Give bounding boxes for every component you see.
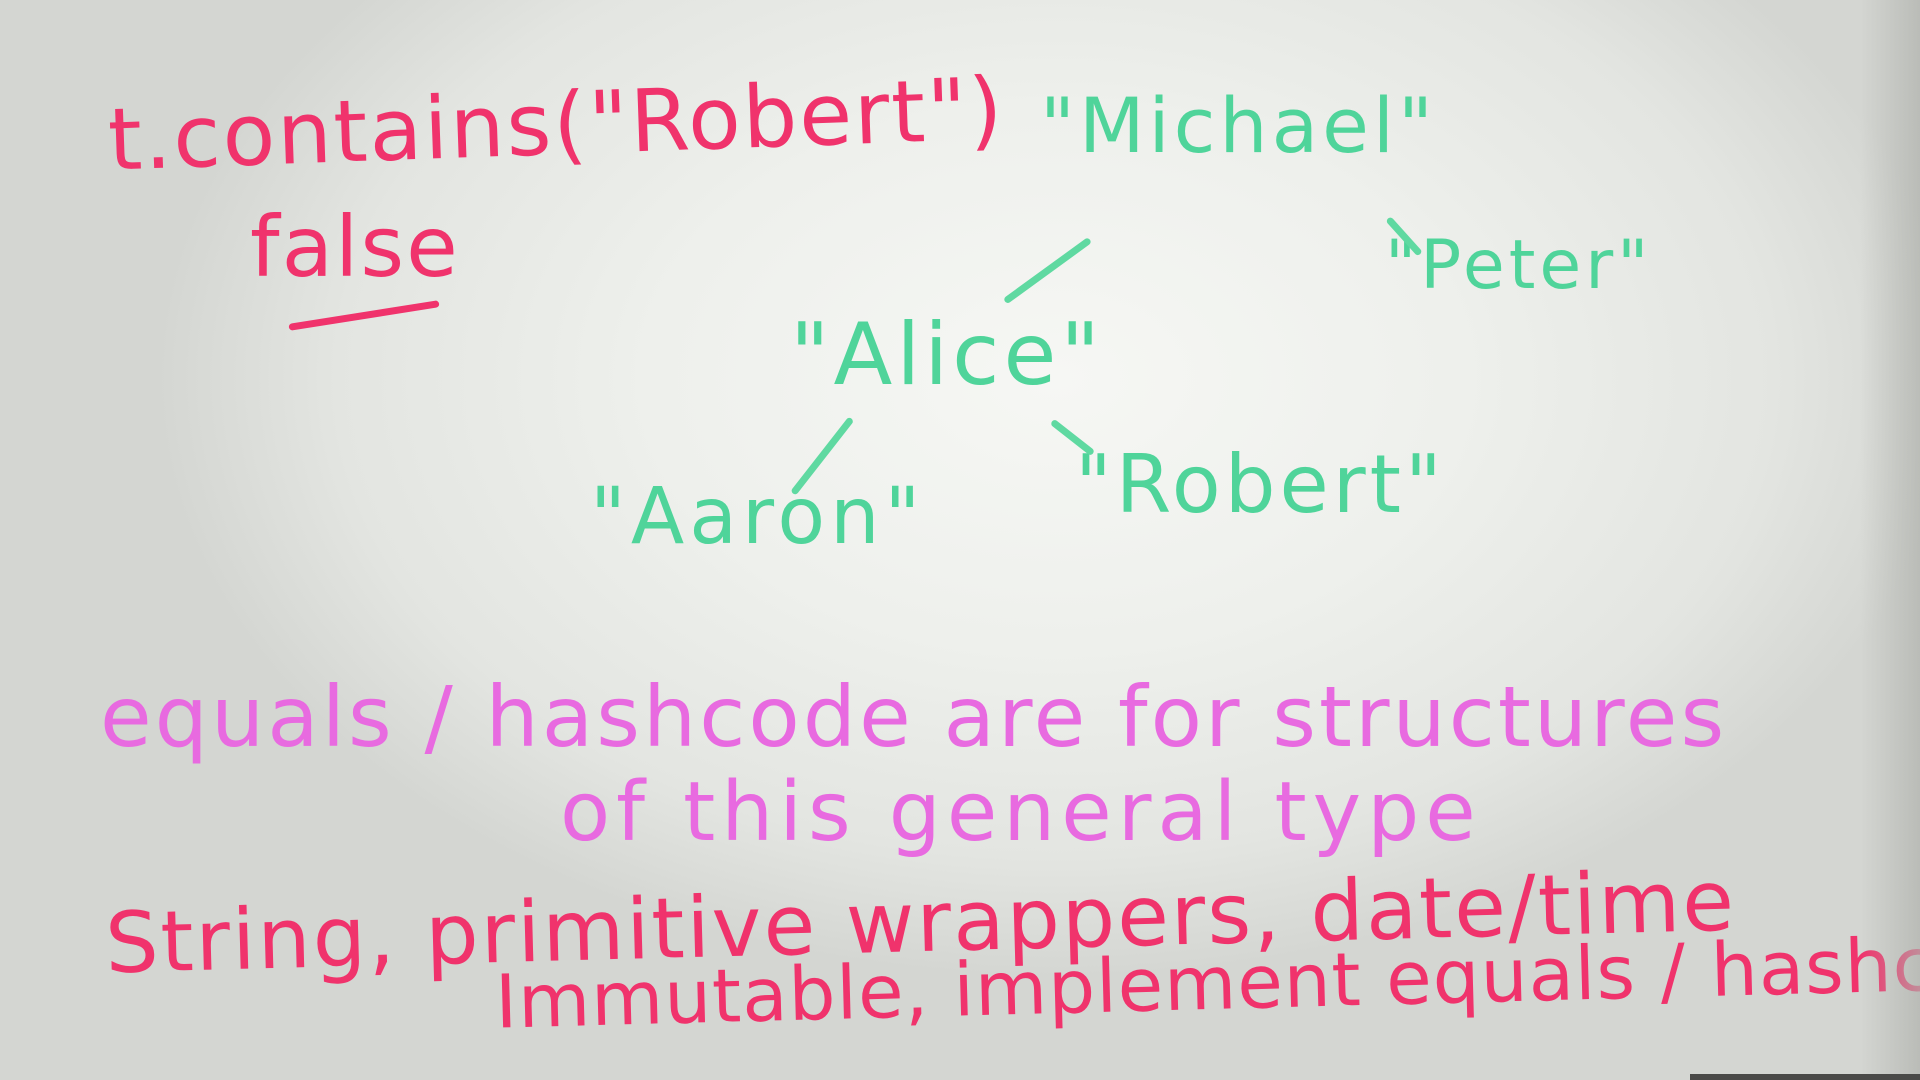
- tree-node-robert: "Robert": [1075, 438, 1446, 531]
- result-underline: [288, 300, 440, 331]
- result-false-text: false: [250, 198, 460, 296]
- tree-node-michael: "Michael": [1040, 81, 1437, 170]
- note-general-type: of this general type: [560, 765, 1482, 860]
- tree-node-peter: "Peter": [1385, 226, 1653, 305]
- contains-call-text: t.contains("Robert"): [106, 59, 1006, 191]
- note-equals-hashcode: equals / hashcode are for structures: [100, 668, 1728, 766]
- board-frame-edge: [1690, 1074, 1920, 1080]
- tree-node-alice: "Alice": [790, 305, 1104, 405]
- tree-edge-michael-alice: [1002, 236, 1093, 305]
- board-edge-shadow: [1860, 0, 1920, 1080]
- tree-node-aaron: "Aaron": [590, 472, 926, 562]
- whiteboard: t.contains("Robert") false "Michael" "Pe…: [0, 0, 1920, 1080]
